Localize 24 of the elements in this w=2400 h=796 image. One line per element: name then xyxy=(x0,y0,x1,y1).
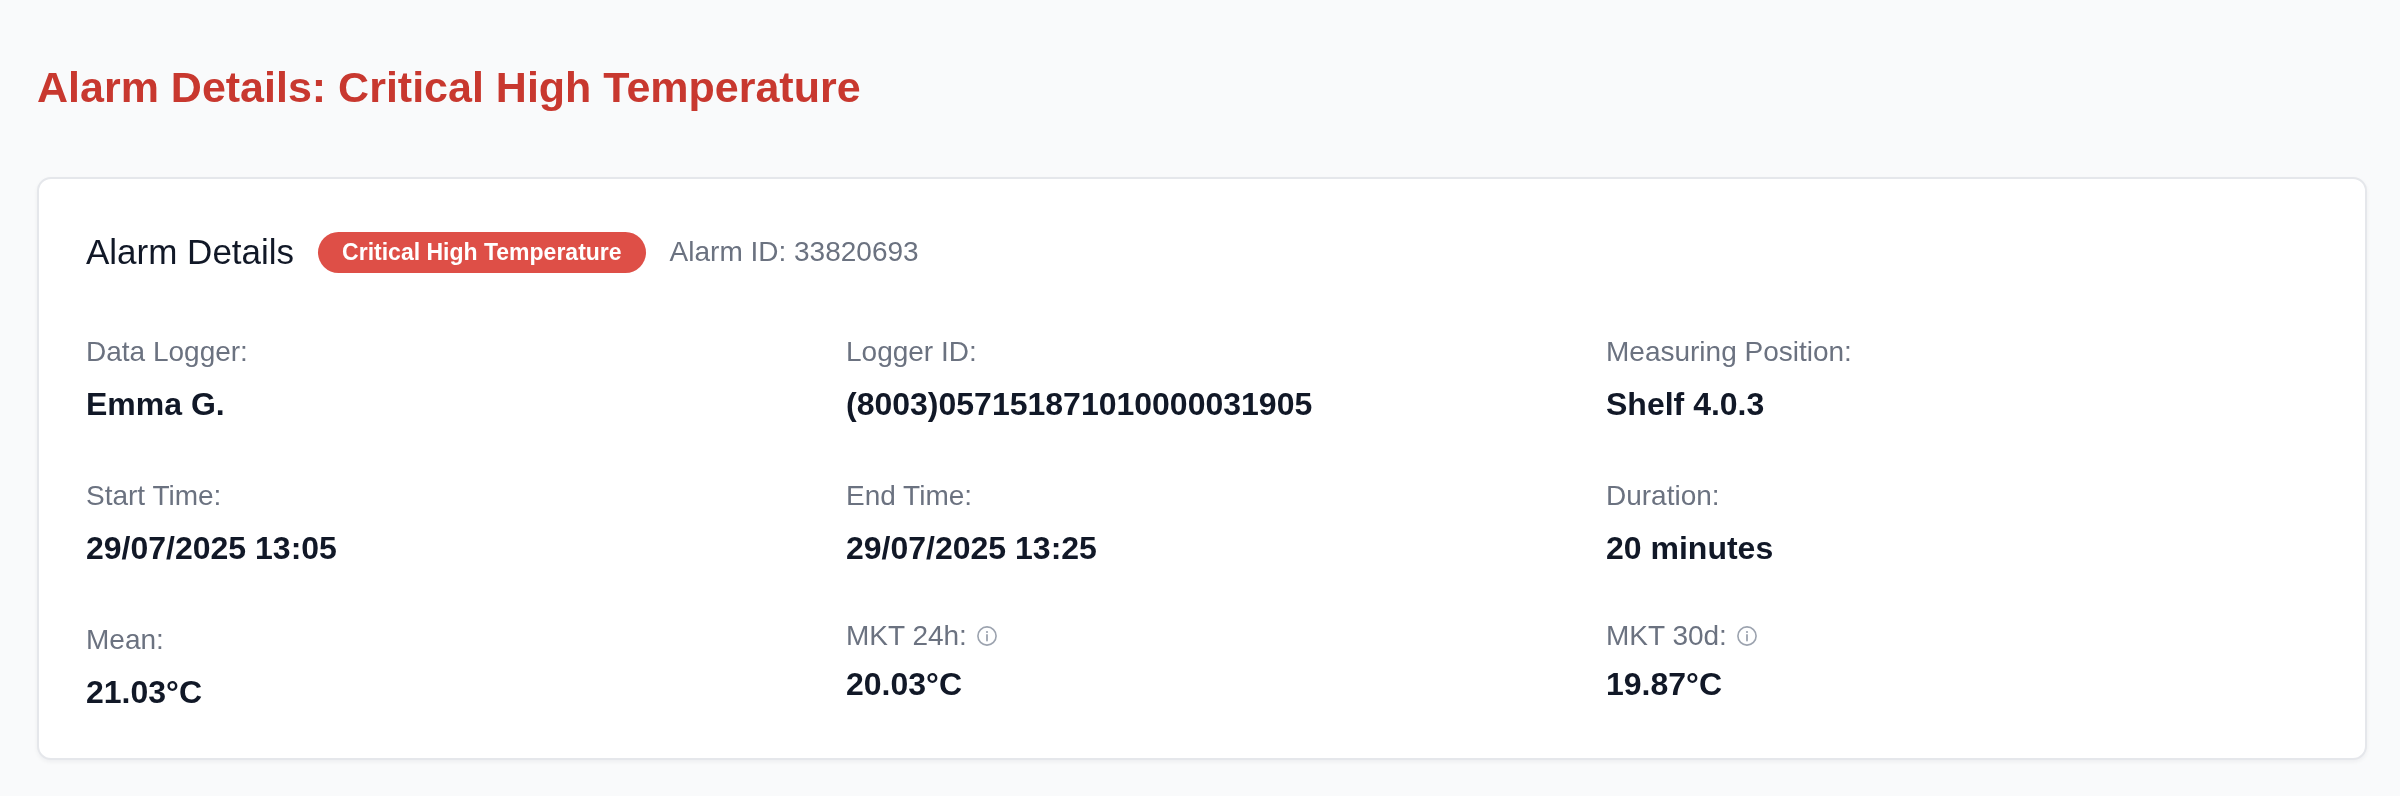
field-value: 29/07/2025 13:25 xyxy=(846,529,1097,568)
card-title: Alarm Details xyxy=(86,231,295,273)
alarm-type-badge: Critical High Temperature xyxy=(318,231,646,273)
field-value: Shelf 4.0.3 xyxy=(1606,385,1765,424)
field-value: Emma G. xyxy=(86,385,225,424)
field-value: 19.87°C xyxy=(1606,665,1722,704)
field-label: MKT 24h: xyxy=(846,620,967,652)
field-label: Duration: xyxy=(1606,479,1720,513)
alarm-id-text: Alarm ID: 33820693 xyxy=(669,236,919,268)
info-icon[interactable] xyxy=(976,626,997,646)
field-label: End Time: xyxy=(846,479,973,513)
field-label: Logger ID: xyxy=(846,335,977,369)
field-value: 20.03°C xyxy=(846,665,962,704)
page-title: Alarm Details: Critical High Temperature xyxy=(37,62,862,113)
field-label: Start Time: xyxy=(86,479,222,513)
field-label: Data Logger: xyxy=(86,335,248,369)
field-label: Measuring Position: xyxy=(1606,335,1852,369)
field-value: (8003)057151871010000031905 xyxy=(846,385,1313,424)
field-value: 29/07/2025 13:05 xyxy=(86,529,337,568)
field-label: MKT 30d: xyxy=(1606,620,1727,652)
field-label: Mean: xyxy=(86,623,164,657)
field-value: 21.03°C xyxy=(86,673,202,712)
field-value: 20 minutes xyxy=(1606,529,1774,568)
info-icon[interactable] xyxy=(1736,626,1757,646)
